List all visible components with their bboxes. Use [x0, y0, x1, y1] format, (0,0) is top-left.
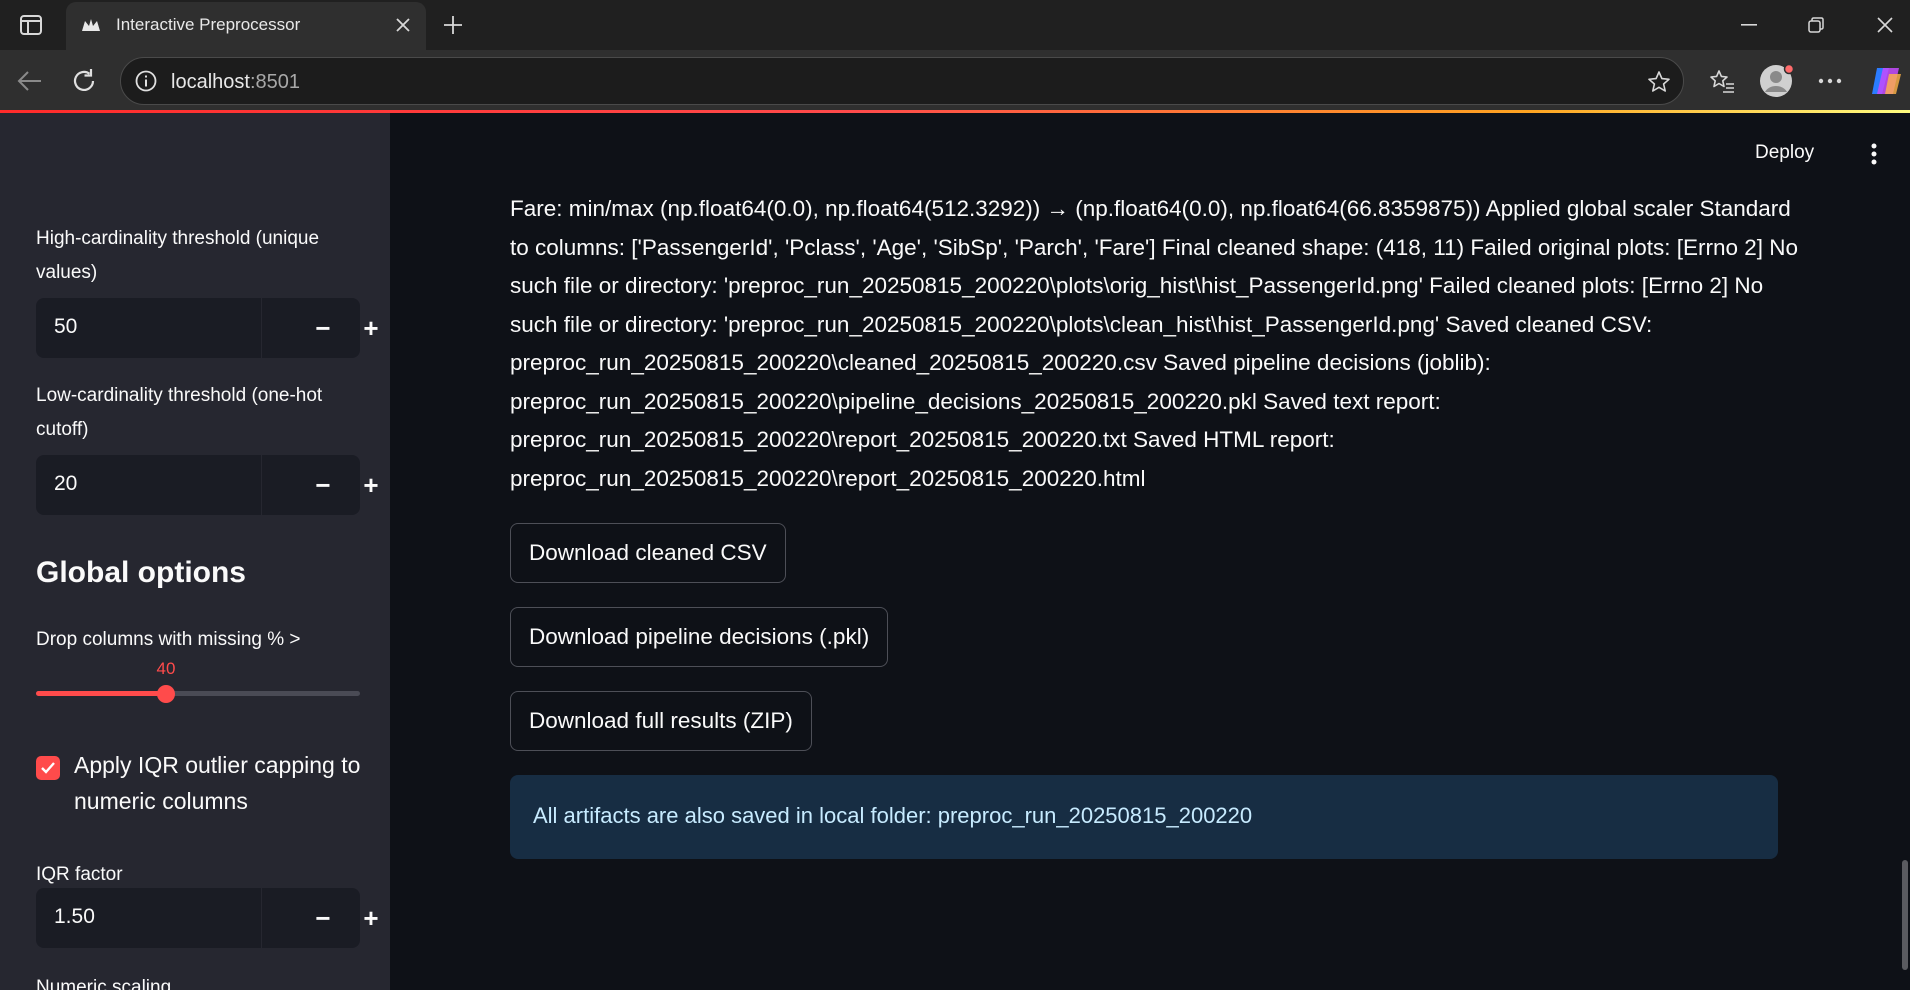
browser-tab[interactable]: Interactive Preprocessor: [66, 2, 426, 50]
low-card-decrement-button[interactable]: −: [303, 467, 343, 503]
high-card-value[interactable]: 50: [54, 315, 77, 339]
iqr-capping-checkbox[interactable]: [36, 756, 60, 780]
slider-fill: [36, 691, 166, 696]
drop-missing-label: Drop columns with missing % >: [36, 629, 301, 650]
main-menu-icon[interactable]: [1862, 140, 1886, 168]
download-zip-button[interactable]: Download full results (ZIP): [510, 691, 812, 751]
slider-thumb[interactable]: [157, 685, 175, 703]
sidebar: High-cardinality threshold (unique value…: [0, 113, 390, 990]
profile-icon[interactable]: [1758, 63, 1794, 99]
more-icon[interactable]: [1812, 63, 1848, 99]
input-divider: [261, 455, 262, 515]
iqr-factor-increment-button[interactable]: +: [351, 900, 390, 936]
iqr-factor-value[interactable]: 1.50: [54, 905, 95, 929]
input-divider: [261, 298, 262, 358]
url-text[interactable]: localhost:8501: [171, 71, 300, 94]
address-bar[interactable]: localhost:8501: [120, 57, 1684, 105]
tab-title: Interactive Preprocessor: [116, 15, 301, 34]
high-card-increment-button[interactable]: +: [351, 310, 390, 346]
app-favicon: [80, 16, 102, 36]
processing-log: Fare: min/max (np.float64(0.0), np.float…: [510, 196, 1799, 491]
iqr-factor-input[interactable]: 1.50 − +: [36, 888, 379, 948]
download-pkl-button[interactable]: Download pipeline decisions (.pkl): [510, 607, 889, 667]
main-content: Deploy Fare: min/max (np.float64(0.0), n…: [390, 113, 1910, 990]
numeric-scaling-label: Numeric scaling: [36, 977, 172, 990]
info-alert: All artifacts are also saved in local fo…: [510, 775, 1778, 859]
reload-icon[interactable]: [66, 63, 102, 99]
plus-icon[interactable]: [436, 8, 470, 42]
deploy-button[interactable]: Deploy: [1755, 142, 1814, 164]
drop-missing-slider-value: 40: [156, 659, 176, 678]
high-card-decrement-button[interactable]: −: [303, 310, 343, 346]
iqr-factor-decrement-button[interactable]: −: [303, 900, 343, 936]
low-card-value[interactable]: 20: [54, 472, 77, 496]
info-alert-text: All artifacts are also saved in local fo…: [533, 803, 1253, 828]
check-icon: [41, 762, 55, 774]
restore-icon[interactable]: [1793, 6, 1839, 44]
close-icon[interactable]: [390, 12, 416, 38]
browser-tab-bar: Interactive Preprocessor: [0, 0, 1910, 50]
download-csv-button[interactable]: Download cleaned CSV: [510, 523, 786, 583]
favorites-icon[interactable]: [1704, 63, 1740, 99]
input-divider: [261, 888, 262, 948]
global-options-heading: Global options: [36, 556, 246, 589]
copilot-icon[interactable]: [1868, 63, 1904, 99]
back-icon[interactable]: [12, 63, 48, 99]
star-icon[interactable]: [1645, 68, 1673, 96]
url-port: :8501: [249, 71, 300, 93]
url-host: localhost: [171, 71, 250, 93]
low-card-increment-button[interactable]: +: [351, 467, 390, 503]
high-card-label: High-cardinality threshold (unique value…: [36, 228, 320, 283]
info-icon[interactable]: [133, 68, 159, 94]
low-card-label: Low-cardinality threshold (one-hot cutof…: [36, 385, 323, 440]
browser-toolbar: localhost:8501: [0, 50, 1910, 112]
minimize-icon[interactable]: [1726, 6, 1772, 44]
low-card-input[interactable]: 20 − +: [36, 455, 379, 515]
iqr-capping-label[interactable]: Apply IQR outlier capping to numeric col…: [74, 747, 374, 819]
high-card-input[interactable]: 50 − +: [36, 298, 379, 358]
iqr-factor-label: IQR factor: [36, 864, 123, 885]
drop-missing-slider[interactable]: [36, 685, 360, 703]
tab-actions-icon[interactable]: [14, 10, 48, 40]
window-close-icon[interactable]: [1862, 6, 1908, 44]
scrollbar[interactable]: [1902, 860, 1908, 970]
